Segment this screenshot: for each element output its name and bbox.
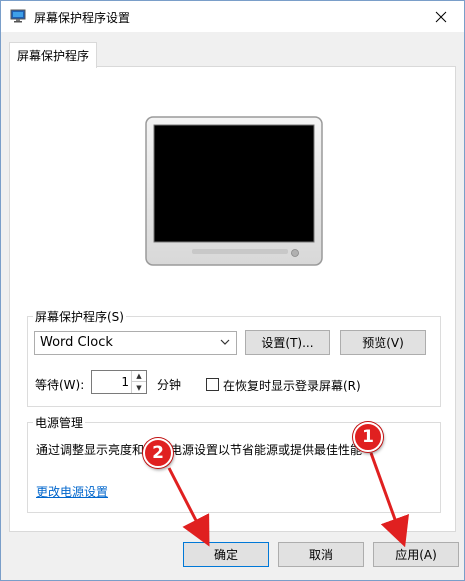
settings-button[interactable]: 设置(T)... [245,330,330,355]
preview-button[interactable]: 预览(V) [340,330,426,355]
screensaver-app-icon [10,9,26,23]
cancel-button[interactable]: 取消 [278,542,364,567]
power-group-label: 电源管理 [33,414,86,431]
screensaver-settings-dialog: 屏幕保护程序设置 屏幕保护程序 屏幕保护程序(S) Word Clock 设置(… [0,0,465,581]
screensaver-group-label: 屏幕保护程序(S) [33,308,126,325]
close-icon [435,11,447,22]
resume-logon-label[interactable]: 在恢复时显示登录屏幕(R) [223,377,361,394]
window-title: 屏幕保护程序设置 [34,11,131,25]
wait-minutes-spinner[interactable]: 1 ▲ ▼ [91,370,147,394]
spinner-arrows[interactable]: ▲ ▼ [131,371,146,393]
screensaver-selected-value: Word Clock [40,335,113,350]
tab-screensaver[interactable]: 屏幕保护程序 [9,42,97,68]
wait-minutes-value: 1 [121,375,129,389]
power-description-right: 电源设置以节省能源或提供最佳性能 [170,443,363,457]
power-description-left: 通过调整显示亮度和 [36,443,145,457]
annotation-badge-1: 1 [353,422,383,452]
wait-unit-label: 分钟 [157,378,182,392]
ok-button[interactable]: 确定 [183,542,269,567]
chevron-down-icon [220,339,230,345]
apply-button[interactable]: 应用(A) [373,542,459,567]
spin-down-icon[interactable]: ▼ [132,382,146,393]
screensaver-select[interactable]: Word Clock [34,331,237,355]
title-bar: 屏幕保护程序设置 [1,1,464,32]
spin-up-icon[interactable]: ▲ [132,371,146,382]
annotation-badge-2: 2 [143,438,173,468]
wait-label: 等待(W): [35,378,85,392]
resume-logon-checkbox[interactable] [206,378,219,391]
close-button[interactable] [418,1,464,32]
monitor-preview-image [145,116,323,266]
change-power-settings-link[interactable]: 更改电源设置 [36,483,108,500]
